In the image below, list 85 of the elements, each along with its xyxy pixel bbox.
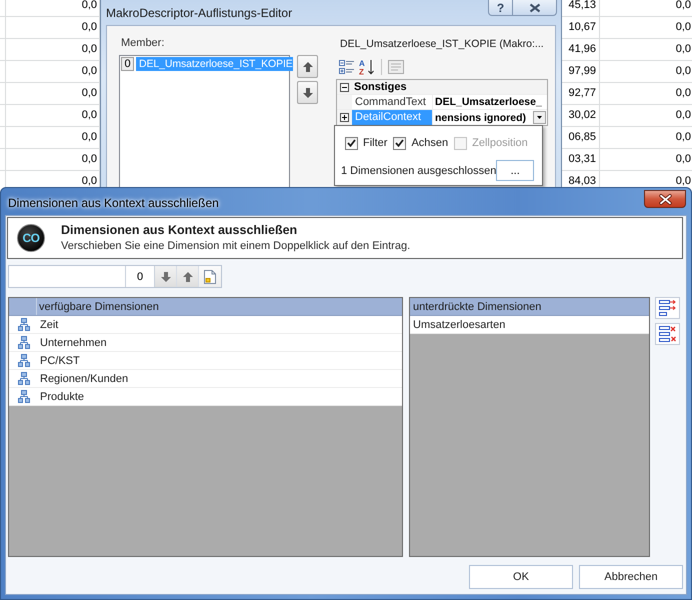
checkmark-icon [347, 139, 356, 147]
help-button[interactable]: ? [488, 0, 513, 16]
cell-value: 0,0 [82, 66, 97, 77]
status-text: 1 Dimensionen ausgeschlossen [341, 164, 496, 178]
caret-icon [537, 116, 542, 119]
cell-value: 0,0 [676, 66, 691, 77]
property-caption: DEL_Umsatzerloese_IST_KOPIE (Makro:... [339, 37, 545, 52]
list-cross-icon [659, 326, 676, 342]
cell-value: 0,0 [676, 44, 691, 55]
checkbox-label: Zellposition [472, 136, 528, 150]
cell-value: 0,0 [82, 176, 97, 187]
column-header: unterdrückte Dimensionen [410, 298, 649, 316]
new-page-button[interactable] [199, 266, 221, 287]
hierarchy-icon [18, 354, 30, 367]
field-label: Member: [121, 36, 166, 50]
arrow-down-icon [160, 272, 170, 282]
list-item[interactable]: Umsatzerloesarten [410, 316, 649, 334]
close-button[interactable] [513, 0, 557, 16]
property-value[interactable]: nensions ignored) [435, 110, 526, 124]
header-subtitle: Verschieben Sie eine Dimension mit einem Doppelklick auf den Eintrag. [61, 240, 410, 253]
list-item[interactable]: Regionen/Kunden [9, 370, 402, 388]
dropdown-button[interactable] [533, 111, 546, 124]
item-index: 0 [121, 57, 134, 71]
arrow-up-icon [182, 272, 192, 282]
cell-value: 0,0 [676, 0, 691, 11]
checkmark-icon [395, 139, 404, 147]
move-down-button[interactable] [297, 81, 318, 104]
header-title: Dimensionen aus Kontext ausschließen [61, 223, 298, 238]
cancel-button[interactable]: Abbrechen [579, 565, 683, 589]
cell-value: 0,0 [82, 110, 97, 121]
checkbox[interactable] [393, 136, 406, 150]
window-title: Dimensionen aus Kontext ausschließen [8, 196, 219, 210]
checkbox-label: Filter [363, 136, 388, 150]
cell-value: 45,13 [568, 0, 596, 11]
cell-value: 0,0 [82, 44, 97, 55]
cell-value: 97,99 [568, 66, 596, 77]
cell-value: 03,31 [568, 154, 596, 165]
hierarchy-icon [18, 318, 30, 331]
checkbox[interactable] [345, 136, 358, 150]
cell-value: 92,77 [568, 88, 596, 99]
property-name[interactable]: CommandText [352, 95, 432, 109]
app-logo: CO [17, 224, 45, 252]
column-header: verfügbare Dimensionen [9, 298, 402, 316]
hierarchy-icon [18, 336, 30, 349]
cell-value: 0,0 [82, 0, 97, 11]
plus-box-icon[interactable] [340, 113, 349, 122]
hierarchy-icon [18, 372, 30, 385]
cell-value: 41,96 [568, 44, 596, 55]
list-item[interactable]: PC/KST [9, 352, 402, 370]
close-icon [658, 194, 672, 204]
window-title: MakroDescriptor-Auflistungs-Editor [106, 6, 292, 20]
cell-value: 0,0 [676, 132, 691, 143]
cell-value: 0,0 [82, 88, 97, 99]
browse-button[interactable]: ... [496, 160, 534, 181]
list-arrow-icon [659, 300, 676, 316]
categorized-icon[interactable] [339, 60, 355, 74]
cell-value: 10,67 [568, 22, 596, 33]
hierarchy-icon [18, 390, 30, 403]
close-icon [528, 2, 540, 12]
cell-value: 0,0 [676, 154, 691, 165]
cell-value: 0,0 [676, 110, 691, 121]
list-item[interactable]: Unternehmen [9, 334, 402, 352]
cell-value: 84,03 [568, 176, 596, 187]
category-label[interactable]: Sonstiges [352, 80, 547, 94]
cell-value: 06,85 [568, 132, 596, 143]
move-up-button[interactable] [297, 55, 318, 78]
list-item[interactable]: Zeit [9, 316, 402, 334]
checkbox-label: Achsen [411, 136, 448, 150]
cell-value: 30,02 [568, 110, 596, 121]
list-item[interactable]: Produkte [9, 388, 402, 406]
cell-value: 0,0 [82, 132, 97, 143]
cell-value: 0,0 [676, 176, 691, 187]
arrow-down-icon [302, 88, 312, 98]
cell-value: 0,0 [676, 88, 691, 99]
suppress-button[interactable] [655, 297, 680, 319]
restore-button[interactable] [655, 323, 680, 345]
minus-box-icon[interactable] [340, 82, 349, 92]
close-button[interactable] [644, 190, 686, 208]
new-page-icon [204, 270, 216, 284]
cell-value: 0,0 [676, 22, 691, 33]
property-value[interactable]: DEL_Umsatzerloese_ [435, 95, 542, 109]
cell-value: 0,0 [82, 22, 97, 33]
ok-button[interactable]: OK [469, 565, 573, 589]
cell-value: 0,0 [82, 154, 97, 165]
arrow-up-icon [302, 62, 312, 72]
